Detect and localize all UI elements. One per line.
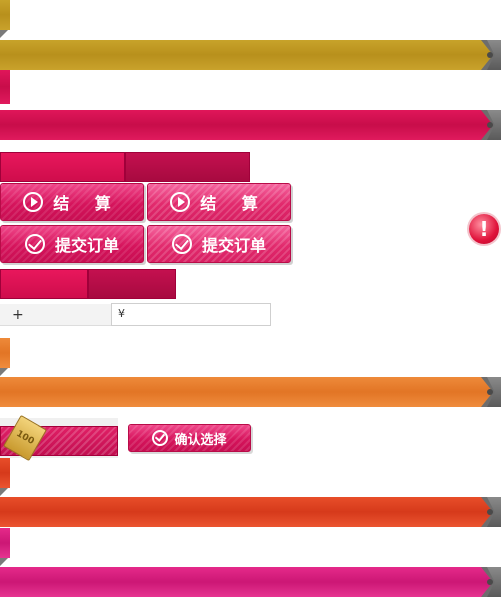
alert-icon: ! xyxy=(469,214,499,244)
ribbon-dot-icon xyxy=(487,389,493,395)
ribbon-fold xyxy=(0,368,8,376)
checkout-button-label: 结 算 xyxy=(53,194,121,213)
ribbon-dot-icon xyxy=(487,52,493,58)
ribbon-band-magenta xyxy=(0,567,501,597)
ribbon-fold xyxy=(0,558,8,566)
ribbon-band-crimson xyxy=(0,110,501,140)
submit-order-button-label: 提交订单 xyxy=(201,236,266,255)
check-circle-icon xyxy=(171,234,192,254)
checkout-button-label: 结 算 xyxy=(200,194,268,213)
tab-active[interactable] xyxy=(0,152,125,182)
price-input[interactable]: ¥ xyxy=(111,303,271,326)
confirm-selection-button[interactable]: 确认选择 xyxy=(128,424,251,452)
ribbon-band-gold xyxy=(0,40,501,70)
alert-symbol: ! xyxy=(479,217,489,241)
tab-active[interactable] xyxy=(0,269,88,299)
add-quantity-cell[interactable]: + xyxy=(0,304,111,326)
ribbon-band-orange xyxy=(0,377,501,407)
submit-order-button-hover[interactable]: 提交订单 xyxy=(147,225,291,263)
checkout-button[interactable]: 结 算 xyxy=(0,183,144,221)
play-circle-icon xyxy=(23,192,44,212)
submit-order-button[interactable]: 提交订单 xyxy=(0,225,144,263)
ribbon-stub-orange xyxy=(0,338,10,368)
ribbon-fold xyxy=(0,488,8,496)
ribbon-stub-crimson xyxy=(0,70,10,104)
ribbon-dot-icon xyxy=(487,509,493,515)
ribbon-band-red-orange xyxy=(0,497,501,527)
ribbon-stub-red-orange xyxy=(0,458,10,488)
play-circle-icon xyxy=(170,192,191,212)
submit-order-button-label: 提交订单 xyxy=(54,236,119,255)
tab-inactive[interactable] xyxy=(88,269,176,299)
check-circle-icon xyxy=(24,234,45,254)
ribbon-dot-icon xyxy=(487,579,493,585)
currency-symbol: ¥ xyxy=(118,307,125,320)
check-circle-icon xyxy=(152,430,169,446)
tab-inactive[interactable] xyxy=(125,152,250,182)
checkout-button-hover[interactable]: 结 算 xyxy=(147,183,291,221)
plus-icon[interactable]: + xyxy=(12,307,24,323)
ribbon-stub-gold xyxy=(0,0,10,30)
coupon-value: 100 xyxy=(14,428,36,448)
ribbon-stub-magenta xyxy=(0,528,10,558)
ribbon-dot-icon xyxy=(487,122,493,128)
ribbon-fold xyxy=(0,30,8,38)
confirm-selection-label: 确认选择 xyxy=(174,432,227,448)
